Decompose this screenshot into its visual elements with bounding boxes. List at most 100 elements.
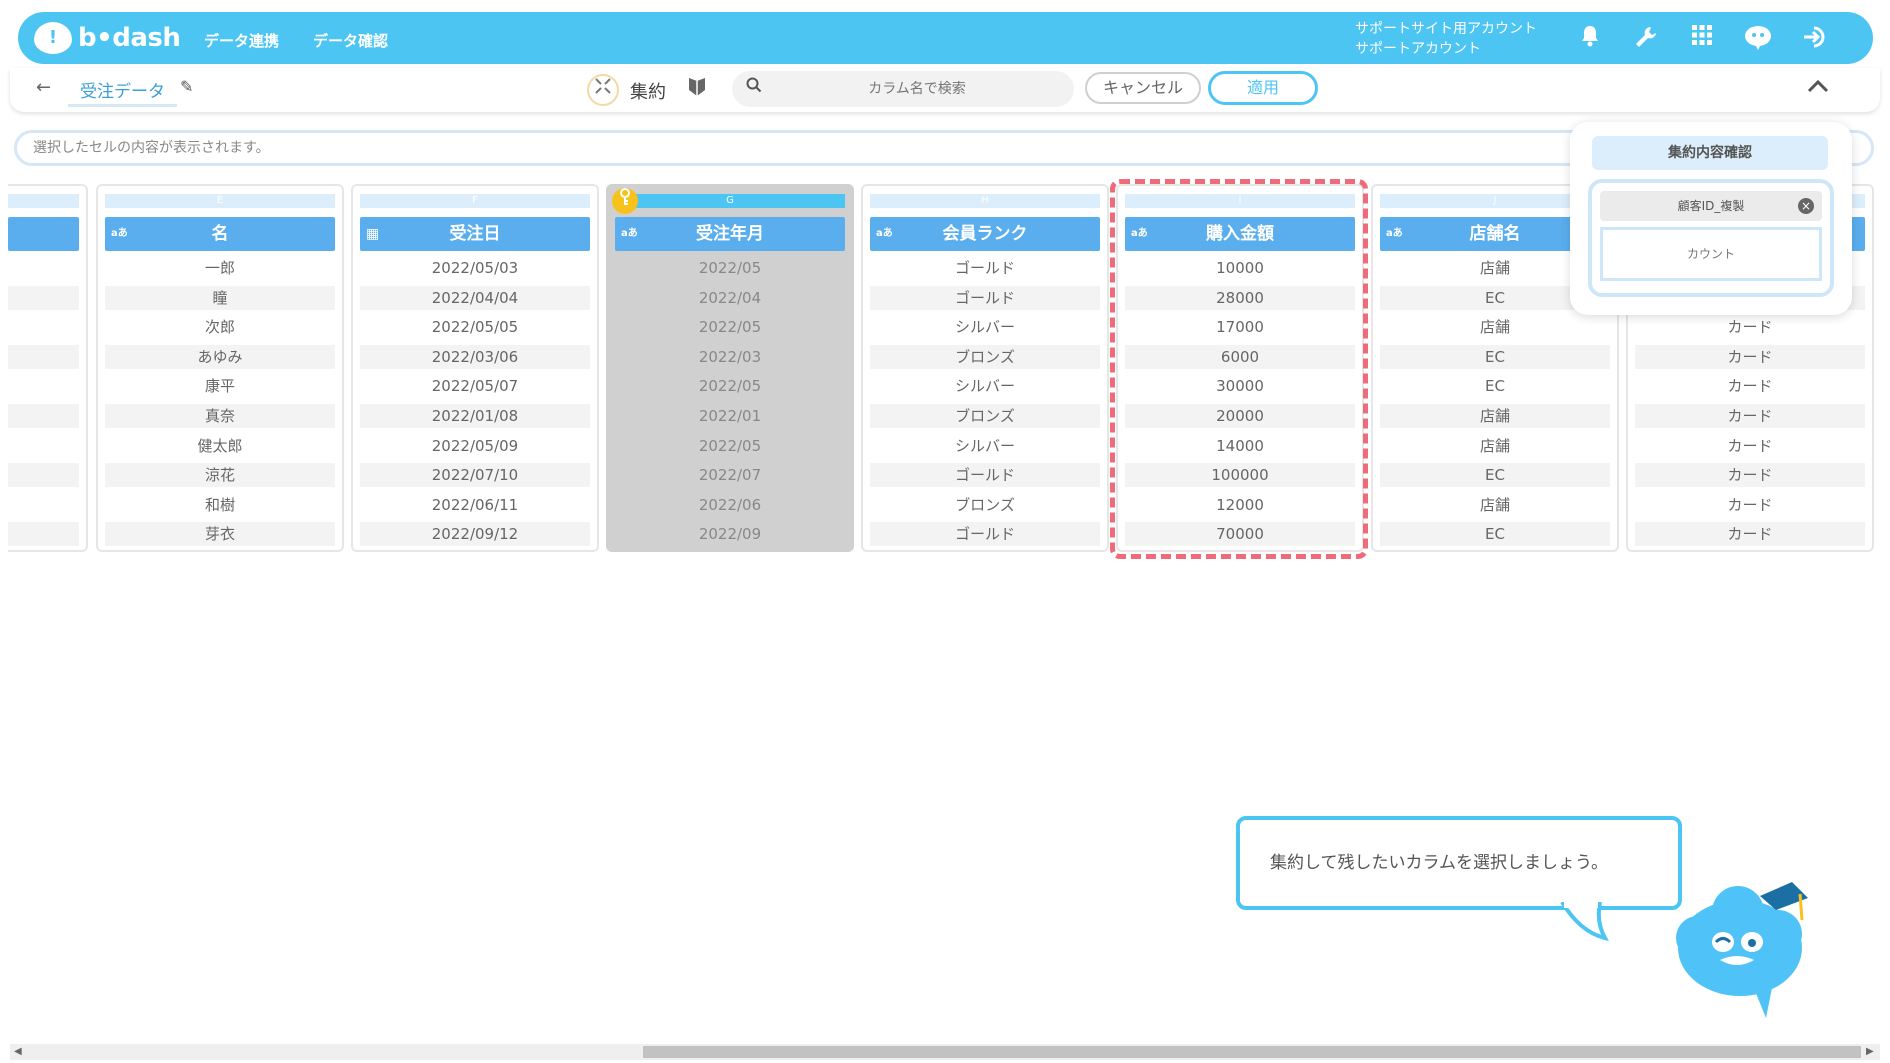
column-header[interactable]: aあ 会員ランク: [870, 217, 1100, 251]
table-cell[interactable]: ブロンズ: [870, 344, 1100, 369]
scroll-right-arrow-icon[interactable]: ▶: [1866, 1044, 1874, 1060]
scrollbar-thumb[interactable]: [643, 1046, 1861, 1058]
account-info[interactable]: サポートサイト用アカウント サポートアカウント: [1355, 19, 1537, 59]
aggregate-count-slot[interactable]: カウント: [1600, 227, 1822, 281]
table-cell[interactable]: 和樹: [105, 493, 335, 517]
table-cell[interactable]: 2022/05/09: [360, 434, 590, 458]
nav-data-confirm[interactable]: データ確認: [313, 30, 388, 51]
grid-apps-icon[interactable]: [1687, 24, 1717, 52]
table-cell[interactable]: 2022/05: [615, 315, 845, 339]
aggregate-icon[interactable]: [587, 74, 619, 106]
column-order-month[interactable]: G aあ 受注年月 2022/05 2022/04 2022/05 2022/0…: [606, 184, 854, 552]
collapse-chevron-icon[interactable]: [1807, 74, 1829, 98]
column-search[interactable]: [732, 71, 1074, 107]
table-cell[interactable]: カード: [1635, 493, 1865, 517]
table-cell[interactable]: カード: [1635, 315, 1865, 339]
table-cell[interactable]: 2022/07: [615, 463, 845, 487]
table-cell[interactable]: [8, 434, 79, 458]
column-header[interactable]: aあ 受注年月: [615, 217, 845, 251]
edit-pencil-icon[interactable]: ✎: [180, 77, 193, 96]
table-cell[interactable]: 涼花: [105, 463, 335, 488]
table-cell[interactable]: 2022/09/12: [360, 522, 590, 547]
table-cell[interactable]: 2022/05: [615, 256, 845, 280]
table-cell[interactable]: 2022/05: [615, 374, 845, 398]
back-arrow-icon[interactable]: ←: [36, 77, 51, 98]
column-search-input[interactable]: [772, 71, 1062, 107]
column-header[interactable]: [8, 217, 79, 251]
table-cell[interactable]: 健太郎: [105, 434, 335, 458]
table-cell[interactable]: [8, 344, 79, 369]
table-cell[interactable]: 2022/05/03: [360, 256, 590, 280]
table-cell[interactable]: 2022/04: [615, 286, 845, 310]
table-cell[interactable]: 2022/03/06: [360, 344, 590, 369]
table-cell[interactable]: カード: [1635, 463, 1865, 488]
table-cell[interactable]: EC: [1380, 463, 1610, 488]
cancel-button[interactable]: キャンセル: [1085, 72, 1201, 104]
table-cell[interactable]: ゴールド: [870, 256, 1100, 280]
bdash-logo[interactable]: ! b•dash: [34, 20, 181, 56]
aggregate-key-chip[interactable]: 顧客ID_複製 ×: [1600, 191, 1822, 221]
table-cell[interactable]: 2022/06/11: [360, 493, 590, 517]
beginner-guide-icon[interactable]: [688, 76, 706, 103]
scroll-left-arrow-icon[interactable]: ◀: [14, 1044, 22, 1060]
column-first-name[interactable]: E aあ 名 一郎 瞳 次郎 あゆみ 康平 真奈 健太郎 涼花 和樹 芽衣: [96, 184, 344, 552]
table-cell[interactable]: カード: [1635, 434, 1865, 458]
table-cell[interactable]: 次郎: [105, 315, 335, 339]
table-cell[interactable]: 2022/03: [615, 345, 845, 369]
table-cell[interactable]: [8, 522, 79, 547]
table-cell[interactable]: ゴールド: [870, 463, 1100, 488]
logout-icon[interactable]: [1801, 24, 1831, 52]
table-cell[interactable]: シルバー: [870, 434, 1100, 458]
column-member-rank[interactable]: H aあ 会員ランク ゴールド ゴールド シルバー ブロンズ シルバー ブロンズ…: [861, 184, 1109, 552]
table-cell[interactable]: ブロンズ: [870, 403, 1100, 428]
wrench-icon[interactable]: [1631, 24, 1661, 52]
table-cell[interactable]: 2022/05/07: [360, 374, 590, 398]
table-cell[interactable]: 2022/04/04: [360, 285, 590, 310]
table-cell[interactable]: [8, 493, 79, 517]
table-cell[interactable]: 2022/09: [615, 522, 845, 546]
table-cell[interactable]: [8, 374, 79, 398]
table-cell[interactable]: [8, 285, 79, 310]
table-cell[interactable]: 2022/01/08: [360, 403, 590, 428]
table-cell[interactable]: 2022/07/10: [360, 463, 590, 488]
column-header[interactable]: ▦ 受注日: [360, 217, 590, 251]
page-title[interactable]: 受注データ: [68, 77, 177, 107]
nav-data-integration[interactable]: データ連携: [204, 30, 279, 51]
table-cell[interactable]: 店舗: [1380, 315, 1610, 339]
table-cell[interactable]: ブロンズ: [870, 493, 1100, 517]
table-cell[interactable]: カード: [1635, 403, 1865, 428]
table-cell[interactable]: 真奈: [105, 403, 335, 428]
bell-icon[interactable]: [1575, 24, 1605, 52]
table-cell[interactable]: EC: [1380, 344, 1610, 369]
table-cell[interactable]: [8, 315, 79, 339]
table-cell[interactable]: 2022/05/05: [360, 315, 590, 339]
table-cell[interactable]: ゴールド: [870, 522, 1100, 547]
table-cell[interactable]: 店舗: [1380, 403, 1610, 428]
table-cell[interactable]: EC: [1380, 374, 1610, 398]
table-cell[interactable]: あゆみ: [105, 344, 335, 369]
table-cell[interactable]: カード: [1635, 344, 1865, 369]
table-cell[interactable]: 芽衣: [105, 522, 335, 547]
table-cell[interactable]: 2022/01: [615, 404, 845, 428]
table-cell[interactable]: 店舗: [1380, 493, 1610, 517]
table-cell[interactable]: 2022/05: [615, 434, 845, 458]
table-cell[interactable]: 瞳: [105, 285, 335, 310]
table-cell[interactable]: [8, 463, 79, 488]
table-cell[interactable]: [8, 256, 79, 280]
table-cell[interactable]: [8, 403, 79, 428]
table-cell[interactable]: 店舗: [1380, 434, 1610, 458]
apply-button[interactable]: 適用: [1208, 71, 1318, 105]
column-order-date[interactable]: F ▦ 受注日 2022/05/03 2022/04/04 2022/05/05…: [351, 184, 599, 552]
table-cell[interactable]: 一郎: [105, 256, 335, 280]
table-cell[interactable]: ゴールド: [870, 285, 1100, 310]
mascot-chat-icon[interactable]: [1743, 24, 1773, 52]
table-cell[interactable]: 2022/06: [615, 493, 845, 517]
table-cell[interactable]: 康平: [105, 374, 335, 398]
close-icon[interactable]: ×: [1798, 198, 1814, 214]
table-cell[interactable]: シルバー: [870, 374, 1100, 398]
table-cell[interactable]: EC: [1380, 522, 1610, 547]
table-cell[interactable]: シルバー: [870, 315, 1100, 339]
table-cell[interactable]: カード: [1635, 522, 1865, 547]
table-cell[interactable]: カード: [1635, 374, 1865, 398]
column-header[interactable]: aあ 名: [105, 217, 335, 251]
